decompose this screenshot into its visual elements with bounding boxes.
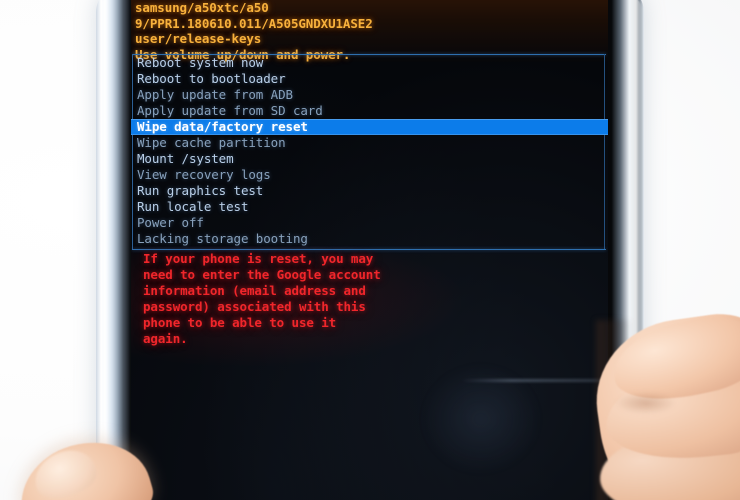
warning-line-5: phone to be able to use it: [143, 314, 337, 330]
warning-line-4: password) associated with this: [143, 298, 366, 314]
menu-item-wipe-data-factory-reset[interactable]: Wipe data/factory reset: [131, 119, 608, 135]
menu-item-run-locale-test[interactable]: Run locale test: [131, 199, 608, 215]
menu-item-view-recovery-logs[interactable]: View recovery logs: [131, 167, 608, 183]
menu-item-wipe-cache-partition[interactable]: Wipe cache partition: [131, 135, 608, 151]
warning-message: If your phone is reset, you may need to …: [131, 251, 608, 346]
screen-reflection-streak: [461, 379, 608, 382]
menu-item-apply-update-from-sd-card[interactable]: Apply update from SD card: [131, 103, 608, 119]
menu-item-power-off[interactable]: Power off: [131, 215, 608, 231]
menu-item-reboot-system-now[interactable]: Reboot system now: [131, 55, 608, 71]
header-line-keys: user/release-keys: [135, 31, 262, 47]
warning-line-3: information (email address and: [143, 282, 366, 298]
recovery-menu[interactable]: Reboot system now Reboot to bootloader A…: [131, 55, 608, 247]
right-hand-knuckle-shadow: [616, 392, 676, 414]
phone-left-bezel: [100, 0, 130, 500]
warning-line-6: again.: [143, 330, 188, 346]
menu-item-lacking-storage-booting[interactable]: Lacking storage booting: [131, 231, 608, 247]
menu-item-run-graphics-test[interactable]: Run graphics test: [131, 183, 608, 199]
android-recovery-screen[interactable]: Android Recovery samsung/a50xtc/a50 9/PP…: [131, 0, 608, 500]
screenshot-stage: Android Recovery samsung/a50xtc/a50 9/PP…: [0, 0, 740, 500]
divider-bottom: [132, 249, 606, 250]
menu-item-apply-update-from-adb[interactable]: Apply update from ADB: [131, 87, 608, 103]
menu-item-reboot-to-bootloader[interactable]: Reboot to bootloader: [131, 71, 608, 87]
menu-item-mount-system[interactable]: Mount /system: [131, 151, 608, 167]
header-line-build: 9/PPR1.180610.011/A505GNDXU1ASE2: [135, 15, 373, 31]
warning-line-2: need to enter the Google account: [143, 266, 381, 282]
warning-line-1: If your phone is reset, you may: [143, 251, 374, 266]
header-line-device: samsung/a50xtc/a50: [135, 0, 269, 15]
